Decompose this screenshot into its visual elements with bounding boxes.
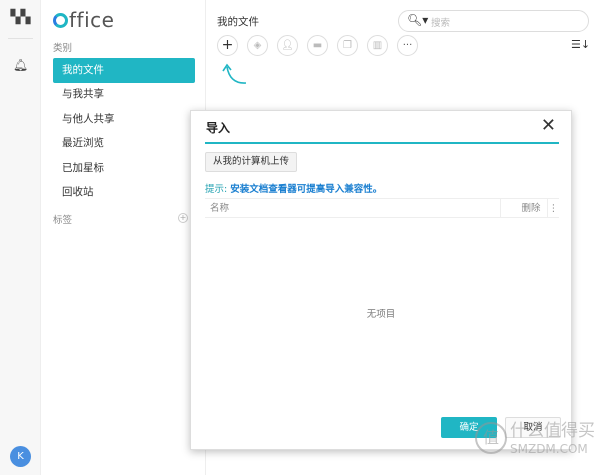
folder-icon[interactable]: ▬ (307, 35, 328, 56)
sidebar-item-starred[interactable]: 已加星标 (53, 156, 195, 181)
copy-icon[interactable]: ❐ (337, 35, 358, 56)
column-name[interactable]: 名称 (210, 199, 229, 218)
column-menu-icon[interactable]: ⋮ (547, 199, 559, 218)
sidebar-item-shared-with-me[interactable]: 与我共享 (53, 82, 195, 107)
sort-icon[interactable]: ☰↓ (571, 38, 590, 51)
divider (8, 38, 33, 39)
empty-message: 无项目 (366, 309, 396, 320)
sidebar-item-my-files[interactable]: 我的文件 (53, 58, 195, 83)
category-label: 类别 (53, 43, 73, 54)
new-button[interactable]: + (217, 35, 238, 56)
trash-icon[interactable]: ▥ (367, 35, 388, 56)
app-rail: ▚▚ 🔔︎ K (0, 0, 41, 475)
hint-arrow-icon (222, 63, 247, 84)
tags-label: 标签 (53, 215, 73, 226)
more-icon[interactable]: ··· (397, 35, 418, 56)
bell-icon[interactable]: 🔔︎ (0, 58, 41, 72)
page-title: 我的文件 (217, 16, 259, 28)
sidebar-item-trash[interactable]: 回收站 (53, 180, 195, 205)
sidebar-item-shared-by-me[interactable]: 与他人共享 (53, 107, 195, 132)
install-viewer-link[interactable]: 安装文档查看器可提高导入兼容性。 (230, 184, 382, 195)
avatar[interactable]: K (10, 446, 31, 467)
watermark-logo: 值 什么值得买 SMZDM.COM (475, 422, 595, 458)
divider (205, 142, 559, 144)
sidebar: ffice 类别 我的文件 与我共享 与他人共享 最近浏览 已加星标 回收站 标… (41, 0, 206, 475)
close-icon[interactable]: ✕ (541, 115, 556, 136)
table-header: 名称 删除 ⋮ (205, 198, 559, 218)
upload-from-computer-button[interactable]: 从我的计算机上传 (205, 152, 297, 172)
add-tag-icon[interactable]: + (178, 213, 188, 223)
search-icon[interactable]: 🔍︎▾ (407, 13, 428, 27)
tip: 提示: 安装文档查看器可提高导入兼容性。 (205, 184, 383, 195)
dialog-title: 导入 (206, 121, 231, 135)
sidebar-item-recent[interactable]: 最近浏览 (53, 131, 195, 156)
tag-icon[interactable]: ◈ (247, 35, 268, 56)
logo: ffice (53, 8, 114, 32)
grid-icon[interactable]: ▚▚ (0, 10, 41, 25)
add-user-icon[interactable]: 👤︎ (277, 35, 298, 56)
search-input[interactable]: 🔍︎▾ 搜索 (398, 10, 589, 32)
import-dialog: 导入 ✕ 从我的计算机上传 提示: 安装文档查看器可提高导入兼容性。 名称 删除… (190, 110, 572, 450)
